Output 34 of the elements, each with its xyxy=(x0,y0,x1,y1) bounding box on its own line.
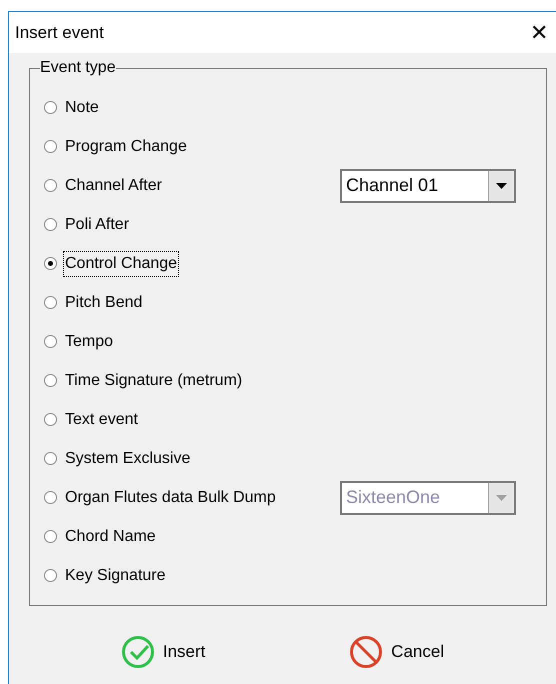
radio-button[interactable] xyxy=(44,413,57,426)
radio-button[interactable] xyxy=(44,452,57,465)
window-title: Insert event xyxy=(15,22,104,44)
dropdown[interactable]: Channel 01 xyxy=(340,168,516,202)
radio-label[interactable]: Chord Name xyxy=(63,524,158,550)
radio-label[interactable]: Control Change xyxy=(63,250,180,276)
radio-label[interactable]: Organ Flutes data Bulk Dump xyxy=(63,484,278,510)
radio-label[interactable]: Key Signature xyxy=(63,562,168,588)
radio-label[interactable]: Channel After xyxy=(63,172,164,198)
radio-label[interactable]: Note xyxy=(63,94,101,120)
radio-button[interactable] xyxy=(44,374,57,387)
radio-label[interactable]: Tempo xyxy=(63,328,116,354)
prohibited-icon xyxy=(349,635,384,669)
close-button[interactable]: ✕ xyxy=(530,22,548,44)
radio-button[interactable] xyxy=(44,218,57,231)
check-circle-icon xyxy=(120,635,155,669)
radio-button[interactable] xyxy=(44,101,57,114)
radio-button[interactable] xyxy=(44,491,57,504)
radio-button[interactable] xyxy=(44,296,57,309)
radio-button[interactable] xyxy=(44,335,57,348)
radio-label[interactable]: System Exclusive xyxy=(63,446,192,472)
radio-button[interactable] xyxy=(44,179,57,192)
radio-label[interactable]: Pitch Bend xyxy=(63,290,144,316)
radio-button[interactable] xyxy=(44,530,57,543)
radio-label[interactable]: Time Signature (metrum) xyxy=(63,368,244,394)
radio-button[interactable] xyxy=(44,569,57,582)
radio-button[interactable] xyxy=(44,257,57,270)
radio-label[interactable]: Text event xyxy=(63,406,140,432)
dialog-button[interactable]: Cancel xyxy=(345,633,448,671)
radio-label[interactable]: Poli After xyxy=(63,212,132,238)
radio-label[interactable]: Program Change xyxy=(63,134,189,160)
radio-button[interactable] xyxy=(44,140,57,153)
dialog-button[interactable]: Insert xyxy=(116,633,210,671)
group-legend: Event type xyxy=(40,58,116,78)
